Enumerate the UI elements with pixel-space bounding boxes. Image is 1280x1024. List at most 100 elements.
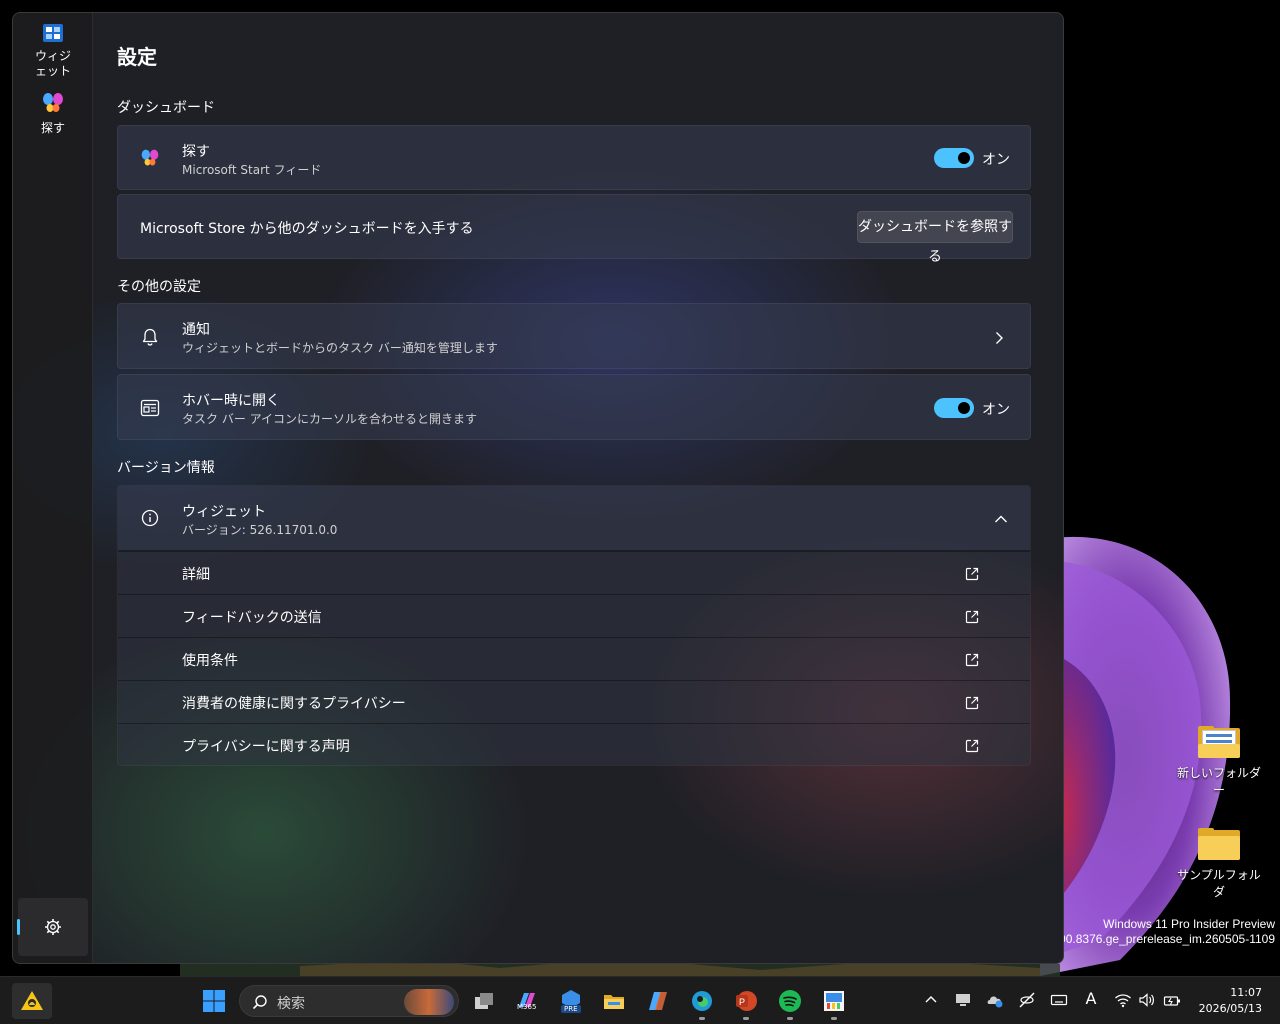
task-view-icon[interactable] — [472, 989, 496, 1013]
discover-butterfly-icon — [140, 148, 160, 168]
onedrive-icon[interactable] — [986, 991, 1004, 1009]
watermark-build: 6300.8376.ge_prerelease_im.260505-1109 — [1045, 932, 1275, 946]
search-icon — [252, 994, 268, 1010]
hover-open-subtitle: タスク バー アイコンにカーソルを合わせると開きます — [182, 412, 478, 426]
external-link-icon — [964, 566, 980, 582]
running-indicator — [787, 1017, 793, 1020]
taskbar-clock[interactable]: 11:07 2026/05/13 — [1199, 985, 1262, 1017]
desktop-folder-label: サンプルフォルダ — [1177, 868, 1261, 899]
chevron-up-icon[interactable] — [922, 991, 940, 1009]
start-button[interactable] — [202, 989, 226, 1013]
discover-toggle-state: オン — [982, 152, 1010, 168]
file-explorer-icon[interactable] — [602, 989, 626, 1013]
external-link-icon — [964, 738, 980, 754]
desktop-folder-label: 新しいフォルダー — [1176, 766, 1261, 797]
folder-icon — [1198, 726, 1240, 758]
left-rail: ウィジェット 探す — [13, 13, 93, 963]
external-link-icon — [964, 695, 980, 711]
rail-settings-button[interactable] — [17, 898, 88, 956]
link-terms[interactable]: 使用条件 — [118, 637, 1030, 680]
rail-discover-label: 探す — [40, 121, 65, 135]
section-dashboard-label: ダッシュボード — [117, 100, 215, 116]
discover-butterfly-icon — [41, 91, 65, 115]
edge-icon[interactable] — [690, 989, 714, 1013]
folder-icon — [1198, 828, 1240, 860]
section-version-label: バージョン情報 — [117, 460, 215, 476]
link-label: 消費者の健康に関するプライバシー — [182, 696, 406, 712]
svg-text:P: P — [739, 997, 745, 1007]
clock-time: 11:07 — [1230, 986, 1262, 999]
link-health-privacy[interactable]: 消費者の健康に関するプライバシー — [118, 680, 1030, 723]
m365-badge: M365 — [517, 1003, 537, 1011]
link-details[interactable]: 詳細 — [118, 551, 1030, 594]
running-indicator — [831, 1017, 837, 1020]
link-label: 詳細 — [182, 567, 210, 583]
taskbar-search[interactable]: 検索 — [239, 985, 459, 1017]
version-number: バージョン: 526.11701.0.0 — [182, 523, 338, 537]
page-title: 設定 — [117, 45, 157, 69]
search-placeholder: 検索 — [277, 996, 305, 1012]
hover-open-card: ホバー時に開く タスク バー アイコンにカーソルを合わせると開きます オン — [117, 374, 1031, 440]
bell-icon — [140, 327, 160, 347]
hover-open-title: ホバー時に開く — [182, 393, 280, 409]
notifications-subtitle: ウィジェットとボードからのタスク バー通知を管理します — [182, 341, 498, 355]
running-indicator — [699, 1017, 705, 1020]
ime-mode-indicator[interactable]: A — [1082, 989, 1100, 1008]
discover-title: 探す — [182, 144, 210, 160]
monitor-icon[interactable] — [954, 991, 972, 1009]
hover-open-toggle[interactable] — [934, 398, 974, 418]
clock-date: 2026/05/13 — [1198, 1002, 1262, 1015]
watermark-edition: Windows 11 Pro Insider Preview — [1103, 917, 1275, 931]
desktop-folder-new[interactable]: 新しいフォルダー — [1174, 726, 1264, 798]
version-app-name: ウィジェット — [182, 504, 266, 520]
m365-icon[interactable]: M365 — [515, 989, 539, 1013]
info-icon — [140, 508, 160, 528]
gear-icon — [44, 918, 62, 936]
discover-subtitle: Microsoft Start フィード — [182, 163, 322, 177]
spotify-icon[interactable] — [778, 989, 802, 1013]
weather-warning-icon — [20, 989, 44, 1013]
widgets-taskbar-button[interactable] — [12, 983, 52, 1019]
widgets-settings-window: ウィジェット 探す 設定 ダッシュボード 探す Microsoft Start … — [12, 12, 1064, 964]
notifications-card[interactable]: 通知 ウィジェットとボードからのタスク バー通知を管理します — [117, 303, 1031, 369]
link-label: プライバシーに関する声明 — [182, 739, 350, 755]
copilot-icon[interactable] — [646, 989, 670, 1013]
volume-icon[interactable] — [1138, 991, 1156, 1009]
chevron-up-icon — [994, 511, 1008, 525]
keyboard-icon[interactable] — [1050, 991, 1068, 1009]
rail-widgets[interactable]: ウィジェット — [13, 21, 93, 79]
version-header[interactable]: ウィジェット バージョン: 526.11701.0.0 — [118, 486, 1030, 551]
paint-app-icon[interactable] — [822, 989, 846, 1013]
selected-indicator — [17, 919, 20, 935]
browse-dashboards-button[interactable]: ダッシュボードを参照する — [857, 211, 1013, 265]
taskbar: 検索 M365 PRE P A 11:07 2026/05/13 — [0, 976, 1280, 1024]
link-label: 使用条件 — [182, 653, 238, 669]
notifications-title: 通知 — [182, 322, 210, 338]
store-dashboards-text: Microsoft Store から他のダッシュボードを入手する — [140, 221, 474, 237]
link-privacy-statement[interactable]: プライバシーに関する声明 — [118, 723, 1030, 765]
store-dashboards-card: Microsoft Store から他のダッシュボードを入手する ダッシュボード… — [117, 194, 1031, 265]
external-link-icon — [964, 652, 980, 668]
chevron-right-icon — [992, 330, 1006, 344]
vpn-off-icon[interactable] — [1018, 991, 1036, 1009]
hover-open-toggle-state: オン — [982, 402, 1010, 418]
version-card: ウィジェット バージョン: 526.11701.0.0 詳細 フィードバックの送… — [117, 485, 1031, 766]
link-feedback[interactable]: フィードバックの送信 — [118, 594, 1030, 637]
pre-badge: PRE — [564, 1005, 578, 1013]
widget-board-icon — [140, 398, 160, 418]
external-link-icon — [964, 609, 980, 625]
powerpoint-icon[interactable]: P — [734, 989, 758, 1013]
section-other-label: その他の設定 — [117, 279, 201, 295]
widgets-icon — [41, 21, 65, 45]
search-highlight-image — [404, 989, 454, 1015]
discover-feed-card: 探す Microsoft Start フィード オン — [117, 125, 1031, 190]
windows-watermark: Windows 11 Pro Insider Preview 6300.8376… — [1046, 917, 1275, 947]
running-indicator — [743, 1017, 749, 1020]
rail-widgets-label: ウィジェット — [34, 49, 71, 78]
wifi-icon[interactable] — [1114, 991, 1132, 1009]
rail-discover[interactable]: 探す — [13, 91, 93, 136]
battery-charging-icon[interactable] — [1163, 991, 1181, 1009]
desktop-folder-sample[interactable]: サンプルフォルダ — [1174, 828, 1264, 900]
discover-toggle[interactable] — [934, 148, 974, 168]
pre-app-icon[interactable]: PRE — [559, 989, 583, 1013]
